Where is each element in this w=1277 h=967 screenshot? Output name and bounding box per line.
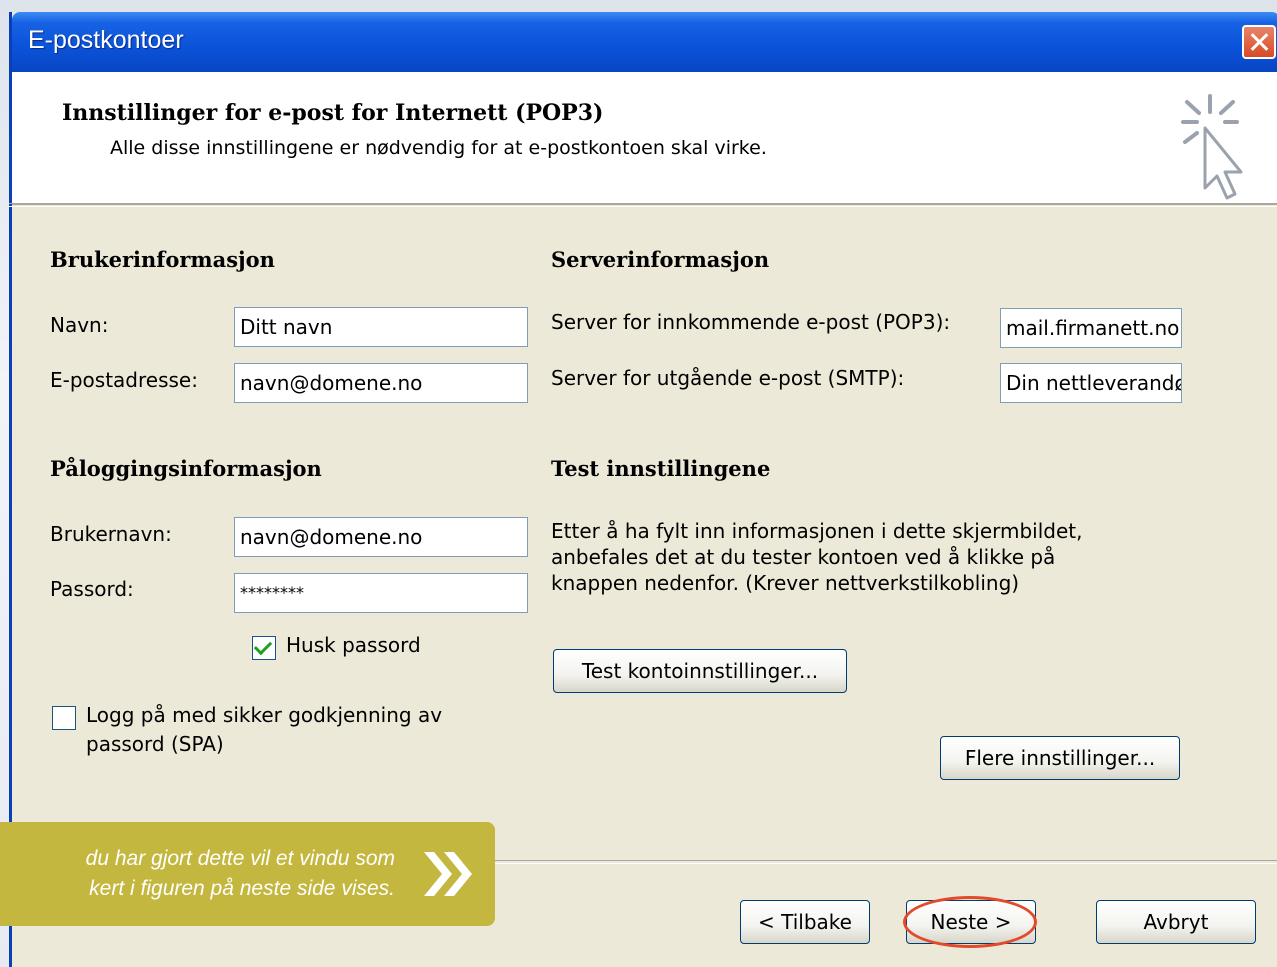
window-title: E-postkontoer	[28, 26, 184, 54]
spa-checkbox[interactable]	[52, 706, 76, 730]
remember-password-checkbox[interactable]	[252, 636, 276, 660]
username-input[interactable]: navn@domene.no	[234, 517, 528, 557]
back-button[interactable]: < Tilbake	[740, 900, 870, 944]
outgoing-server-label: Server for utgående e-post (SMTP):	[551, 366, 905, 390]
wizard-header: Innstillinger for e-post for Internett (…	[12, 72, 1277, 205]
remember-password-label: Husk passord	[286, 633, 421, 657]
email-label: E-postadresse:	[50, 368, 198, 392]
outgoing-server-input[interactable]: Din nettleverandør	[1000, 363, 1182, 403]
click-cursor-icon	[1181, 94, 1243, 200]
password-label: Passord:	[50, 577, 134, 601]
incoming-server-label: Server for innkommende e-post (POP3):	[551, 310, 951, 334]
email-input[interactable]: navn@domene.no	[234, 363, 528, 403]
section-logon-info: Påloggingsinformasjon	[50, 456, 322, 481]
cancel-button[interactable]: Avbryt	[1096, 900, 1256, 944]
test-description-line2: anbefales det at du tester kontoen ved å…	[551, 545, 1056, 569]
callout-line1: du har gjort dette vil et vindu som	[85, 847, 395, 870]
test-description-line1: Etter å ha fylt inn informasjonen i dett…	[551, 519, 1083, 543]
section-server-info: Serverinformasjon	[551, 247, 770, 272]
header-subtitle: Alle disse innstillingene er nødvendig f…	[110, 137, 767, 159]
title-bar: E-postkontoer	[12, 12, 1277, 72]
name-input[interactable]: Ditt navn	[234, 307, 528, 347]
name-label: Navn:	[50, 313, 109, 337]
test-account-settings-button[interactable]: Test kontoinnstillinger...	[553, 649, 847, 693]
test-description-line3: knappen nedenfor. (Krever nettverkstilko…	[551, 571, 1020, 595]
section-test-settings: Test innstillingene	[551, 456, 771, 481]
callout-line2: kert i figuren på neste side vises.	[89, 877, 395, 900]
header-separator	[9, 203, 1277, 207]
double-chevron-icon	[424, 852, 472, 896]
section-user-info: Brukerinformasjon	[50, 247, 275, 272]
incoming-server-input[interactable]: mail.firmanett.no	[1000, 308, 1182, 348]
spa-label-line1: Logg på med sikker godkjenning av	[86, 703, 443, 727]
spa-label-line2: passord (SPA)	[86, 732, 224, 756]
header-title: Innstillinger for e-post for Internett (…	[62, 100, 604, 126]
instruction-callout: du har gjort dette vil et vindu som kert…	[0, 822, 495, 926]
username-label: Brukernavn:	[50, 522, 172, 546]
next-highlight-oval	[903, 896, 1037, 948]
more-settings-button[interactable]: Flere innstillinger...	[940, 736, 1180, 780]
close-icon[interactable]	[1242, 25, 1276, 59]
callout-text: du har gjort dette vil et vindu som kert…	[86, 844, 395, 904]
password-input[interactable]: ********	[234, 573, 528, 613]
